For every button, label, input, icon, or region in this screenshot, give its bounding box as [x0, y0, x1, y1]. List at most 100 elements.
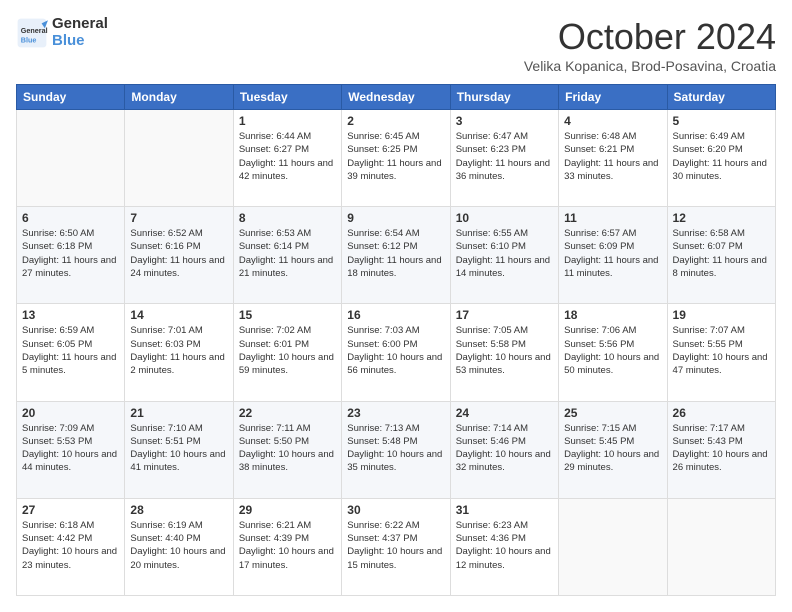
- logo-icon: General Blue: [16, 17, 48, 49]
- logo-general: General: [52, 16, 108, 33]
- calendar-cell: 23 Sunrise: 7:13 AMSunset: 5:48 PMDayligh…: [342, 401, 450, 498]
- logo: General Blue General Blue: [16, 16, 108, 49]
- day-number: 14: [130, 308, 227, 322]
- title-section: October 2024 Velika Kopanica, Brod-Posav…: [524, 16, 776, 74]
- page: General Blue General Blue October 2024 V…: [0, 0, 792, 612]
- day-number: 27: [22, 503, 119, 517]
- calendar-cell: 2 Sunrise: 6:45 AMSunset: 6:25 PMDaylight…: [342, 110, 450, 207]
- day-info: Sunrise: 6:19 AMSunset: 4:40 PMDaylight:…: [130, 519, 227, 572]
- day-info: Sunrise: 6:57 AMSunset: 6:09 PMDaylight:…: [564, 227, 661, 280]
- logo-blue: Blue: [52, 33, 108, 50]
- day-info: Sunrise: 7:13 AMSunset: 5:48 PMDaylight:…: [347, 422, 444, 475]
- day-info: Sunrise: 6:50 AMSunset: 6:18 PMDaylight:…: [22, 227, 119, 280]
- header: General Blue General Blue October 2024 V…: [16, 16, 776, 74]
- header-tuesday: Tuesday: [233, 85, 341, 110]
- day-number: 6: [22, 211, 119, 225]
- day-info: Sunrise: 6:47 AMSunset: 6:23 PMDaylight:…: [456, 130, 553, 183]
- day-info: Sunrise: 6:44 AMSunset: 6:27 PMDaylight:…: [239, 130, 336, 183]
- calendar-cell: 4 Sunrise: 6:48 AMSunset: 6:21 PMDaylight…: [559, 110, 667, 207]
- calendar-cell: 30Sunrise: 6:22 AMSunset: 4:37 PMDayligh…: [342, 498, 450, 595]
- calendar-cell: 29Sunrise: 6:21 AMSunset: 4:39 PMDayligh…: [233, 498, 341, 595]
- day-info: Sunrise: 7:17 AMSunset: 5:43 PMDaylight:…: [673, 422, 770, 475]
- day-number: 19: [673, 308, 770, 322]
- calendar-table: Sunday Monday Tuesday Wednesday Thursday…: [16, 84, 776, 596]
- day-info: Sunrise: 6:55 AMSunset: 6:10 PMDaylight:…: [456, 227, 553, 280]
- header-saturday: Saturday: [667, 85, 775, 110]
- day-info: Sunrise: 7:02 AMSunset: 6:01 PMDaylight:…: [239, 324, 336, 377]
- day-number: 24: [456, 406, 553, 420]
- calendar-cell: 7Sunrise: 6:52 AMSunset: 6:16 PMDaylight…: [125, 207, 233, 304]
- calendar-cell: [125, 110, 233, 207]
- day-info: Sunrise: 7:10 AMSunset: 5:51 PMDaylight:…: [130, 422, 227, 475]
- day-info: Sunrise: 6:52 AMSunset: 6:16 PMDaylight:…: [130, 227, 227, 280]
- day-number: 26: [673, 406, 770, 420]
- day-info: Sunrise: 6:53 AMSunset: 6:14 PMDaylight:…: [239, 227, 336, 280]
- calendar-cell: 24 Sunrise: 7:14 AMSunset: 5:46 PMDayligh…: [450, 401, 558, 498]
- calendar-cell: [559, 498, 667, 595]
- day-number: 9: [347, 211, 444, 225]
- day-number: 13: [22, 308, 119, 322]
- calendar-header-row: Sunday Monday Tuesday Wednesday Thursday…: [17, 85, 776, 110]
- day-number: 22: [239, 406, 336, 420]
- calendar-week-2: 13 Sunrise: 6:59 AMSunset: 6:05 PMDayligh…: [17, 304, 776, 401]
- calendar-cell: 28Sunrise: 6:19 AMSunset: 4:40 PMDayligh…: [125, 498, 233, 595]
- header-thursday: Thursday: [450, 85, 558, 110]
- calendar-cell: 8 Sunrise: 6:53 AMSunset: 6:14 PMDaylight…: [233, 207, 341, 304]
- calendar-cell: 25Sunrise: 7:15 AMSunset: 5:45 PMDayligh…: [559, 401, 667, 498]
- calendar-cell: 26 Sunrise: 7:17 AMSunset: 5:43 PMDayligh…: [667, 401, 775, 498]
- calendar-cell: [667, 498, 775, 595]
- calendar-week-0: 1Sunrise: 6:44 AMSunset: 6:27 PMDaylight…: [17, 110, 776, 207]
- calendar-cell: 15Sunrise: 7:02 AMSunset: 6:01 PMDayligh…: [233, 304, 341, 401]
- day-number: 17: [456, 308, 553, 322]
- calendar-cell: 1Sunrise: 6:44 AMSunset: 6:27 PMDaylight…: [233, 110, 341, 207]
- day-info: Sunrise: 6:22 AMSunset: 4:37 PMDaylight:…: [347, 519, 444, 572]
- calendar-cell: 11 Sunrise: 6:57 AMSunset: 6:09 PMDayligh…: [559, 207, 667, 304]
- day-number: 31: [456, 503, 553, 517]
- calendar-cell: 21Sunrise: 7:10 AMSunset: 5:51 PMDayligh…: [125, 401, 233, 498]
- day-info: Sunrise: 7:09 AMSunset: 5:53 PMDaylight:…: [22, 422, 119, 475]
- day-number: 16: [347, 308, 444, 322]
- calendar-cell: 12Sunrise: 6:58 AMSunset: 6:07 PMDayligh…: [667, 207, 775, 304]
- day-number: 11: [564, 211, 661, 225]
- calendar-cell: 16Sunrise: 7:03 AMSunset: 6:00 PMDayligh…: [342, 304, 450, 401]
- month-title: October 2024: [524, 16, 776, 58]
- day-info: Sunrise: 6:23 AMSunset: 4:36 PMDaylight:…: [456, 519, 553, 572]
- day-number: 23: [347, 406, 444, 420]
- day-info: Sunrise: 6:21 AMSunset: 4:39 PMDaylight:…: [239, 519, 336, 572]
- day-info: Sunrise: 7:05 AMSunset: 5:58 PMDaylight:…: [456, 324, 553, 377]
- calendar-cell: 18 Sunrise: 7:06 AMSunset: 5:56 PMDayligh…: [559, 304, 667, 401]
- day-number: 4: [564, 114, 661, 128]
- day-info: Sunrise: 7:15 AMSunset: 5:45 PMDaylight:…: [564, 422, 661, 475]
- calendar-cell: 14 Sunrise: 7:01 AMSunset: 6:03 PMDayligh…: [125, 304, 233, 401]
- day-number: 10: [456, 211, 553, 225]
- header-wednesday: Wednesday: [342, 85, 450, 110]
- day-info: Sunrise: 6:54 AMSunset: 6:12 PMDaylight:…: [347, 227, 444, 280]
- day-info: Sunrise: 6:59 AMSunset: 6:05 PMDaylight:…: [22, 324, 119, 377]
- calendar-week-1: 6 Sunrise: 6:50 AMSunset: 6:18 PMDaylight…: [17, 207, 776, 304]
- day-info: Sunrise: 7:01 AMSunset: 6:03 PMDaylight:…: [130, 324, 227, 377]
- svg-text:Blue: Blue: [21, 35, 37, 44]
- calendar-cell: [17, 110, 125, 207]
- day-number: 5: [673, 114, 770, 128]
- calendar-cell: 5 Sunrise: 6:49 AMSunset: 6:20 PMDaylight…: [667, 110, 775, 207]
- location: Velika Kopanica, Brod-Posavina, Croatia: [524, 58, 776, 74]
- day-info: Sunrise: 6:48 AMSunset: 6:21 PMDaylight:…: [564, 130, 661, 183]
- day-number: 2: [347, 114, 444, 128]
- day-info: Sunrise: 7:06 AMSunset: 5:56 PMDaylight:…: [564, 324, 661, 377]
- calendar-cell: 20 Sunrise: 7:09 AMSunset: 5:53 PMDayligh…: [17, 401, 125, 498]
- calendar-week-3: 20 Sunrise: 7:09 AMSunset: 5:53 PMDayligh…: [17, 401, 776, 498]
- day-info: Sunrise: 6:45 AMSunset: 6:25 PMDaylight:…: [347, 130, 444, 183]
- day-number: 3: [456, 114, 553, 128]
- header-monday: Monday: [125, 85, 233, 110]
- day-info: Sunrise: 7:11 AMSunset: 5:50 PMDaylight:…: [239, 422, 336, 475]
- calendar-cell: 27Sunrise: 6:18 AMSunset: 4:42 PMDayligh…: [17, 498, 125, 595]
- calendar-cell: 9 Sunrise: 6:54 AMSunset: 6:12 PMDaylight…: [342, 207, 450, 304]
- day-info: Sunrise: 7:07 AMSunset: 5:55 PMDaylight:…: [673, 324, 770, 377]
- calendar-cell: 13 Sunrise: 6:59 AMSunset: 6:05 PMDayligh…: [17, 304, 125, 401]
- svg-text:General: General: [21, 26, 48, 35]
- day-number: 8: [239, 211, 336, 225]
- day-info: Sunrise: 7:14 AMSunset: 5:46 PMDaylight:…: [456, 422, 553, 475]
- day-number: 20: [22, 406, 119, 420]
- day-info: Sunrise: 6:49 AMSunset: 6:20 PMDaylight:…: [673, 130, 770, 183]
- day-number: 18: [564, 308, 661, 322]
